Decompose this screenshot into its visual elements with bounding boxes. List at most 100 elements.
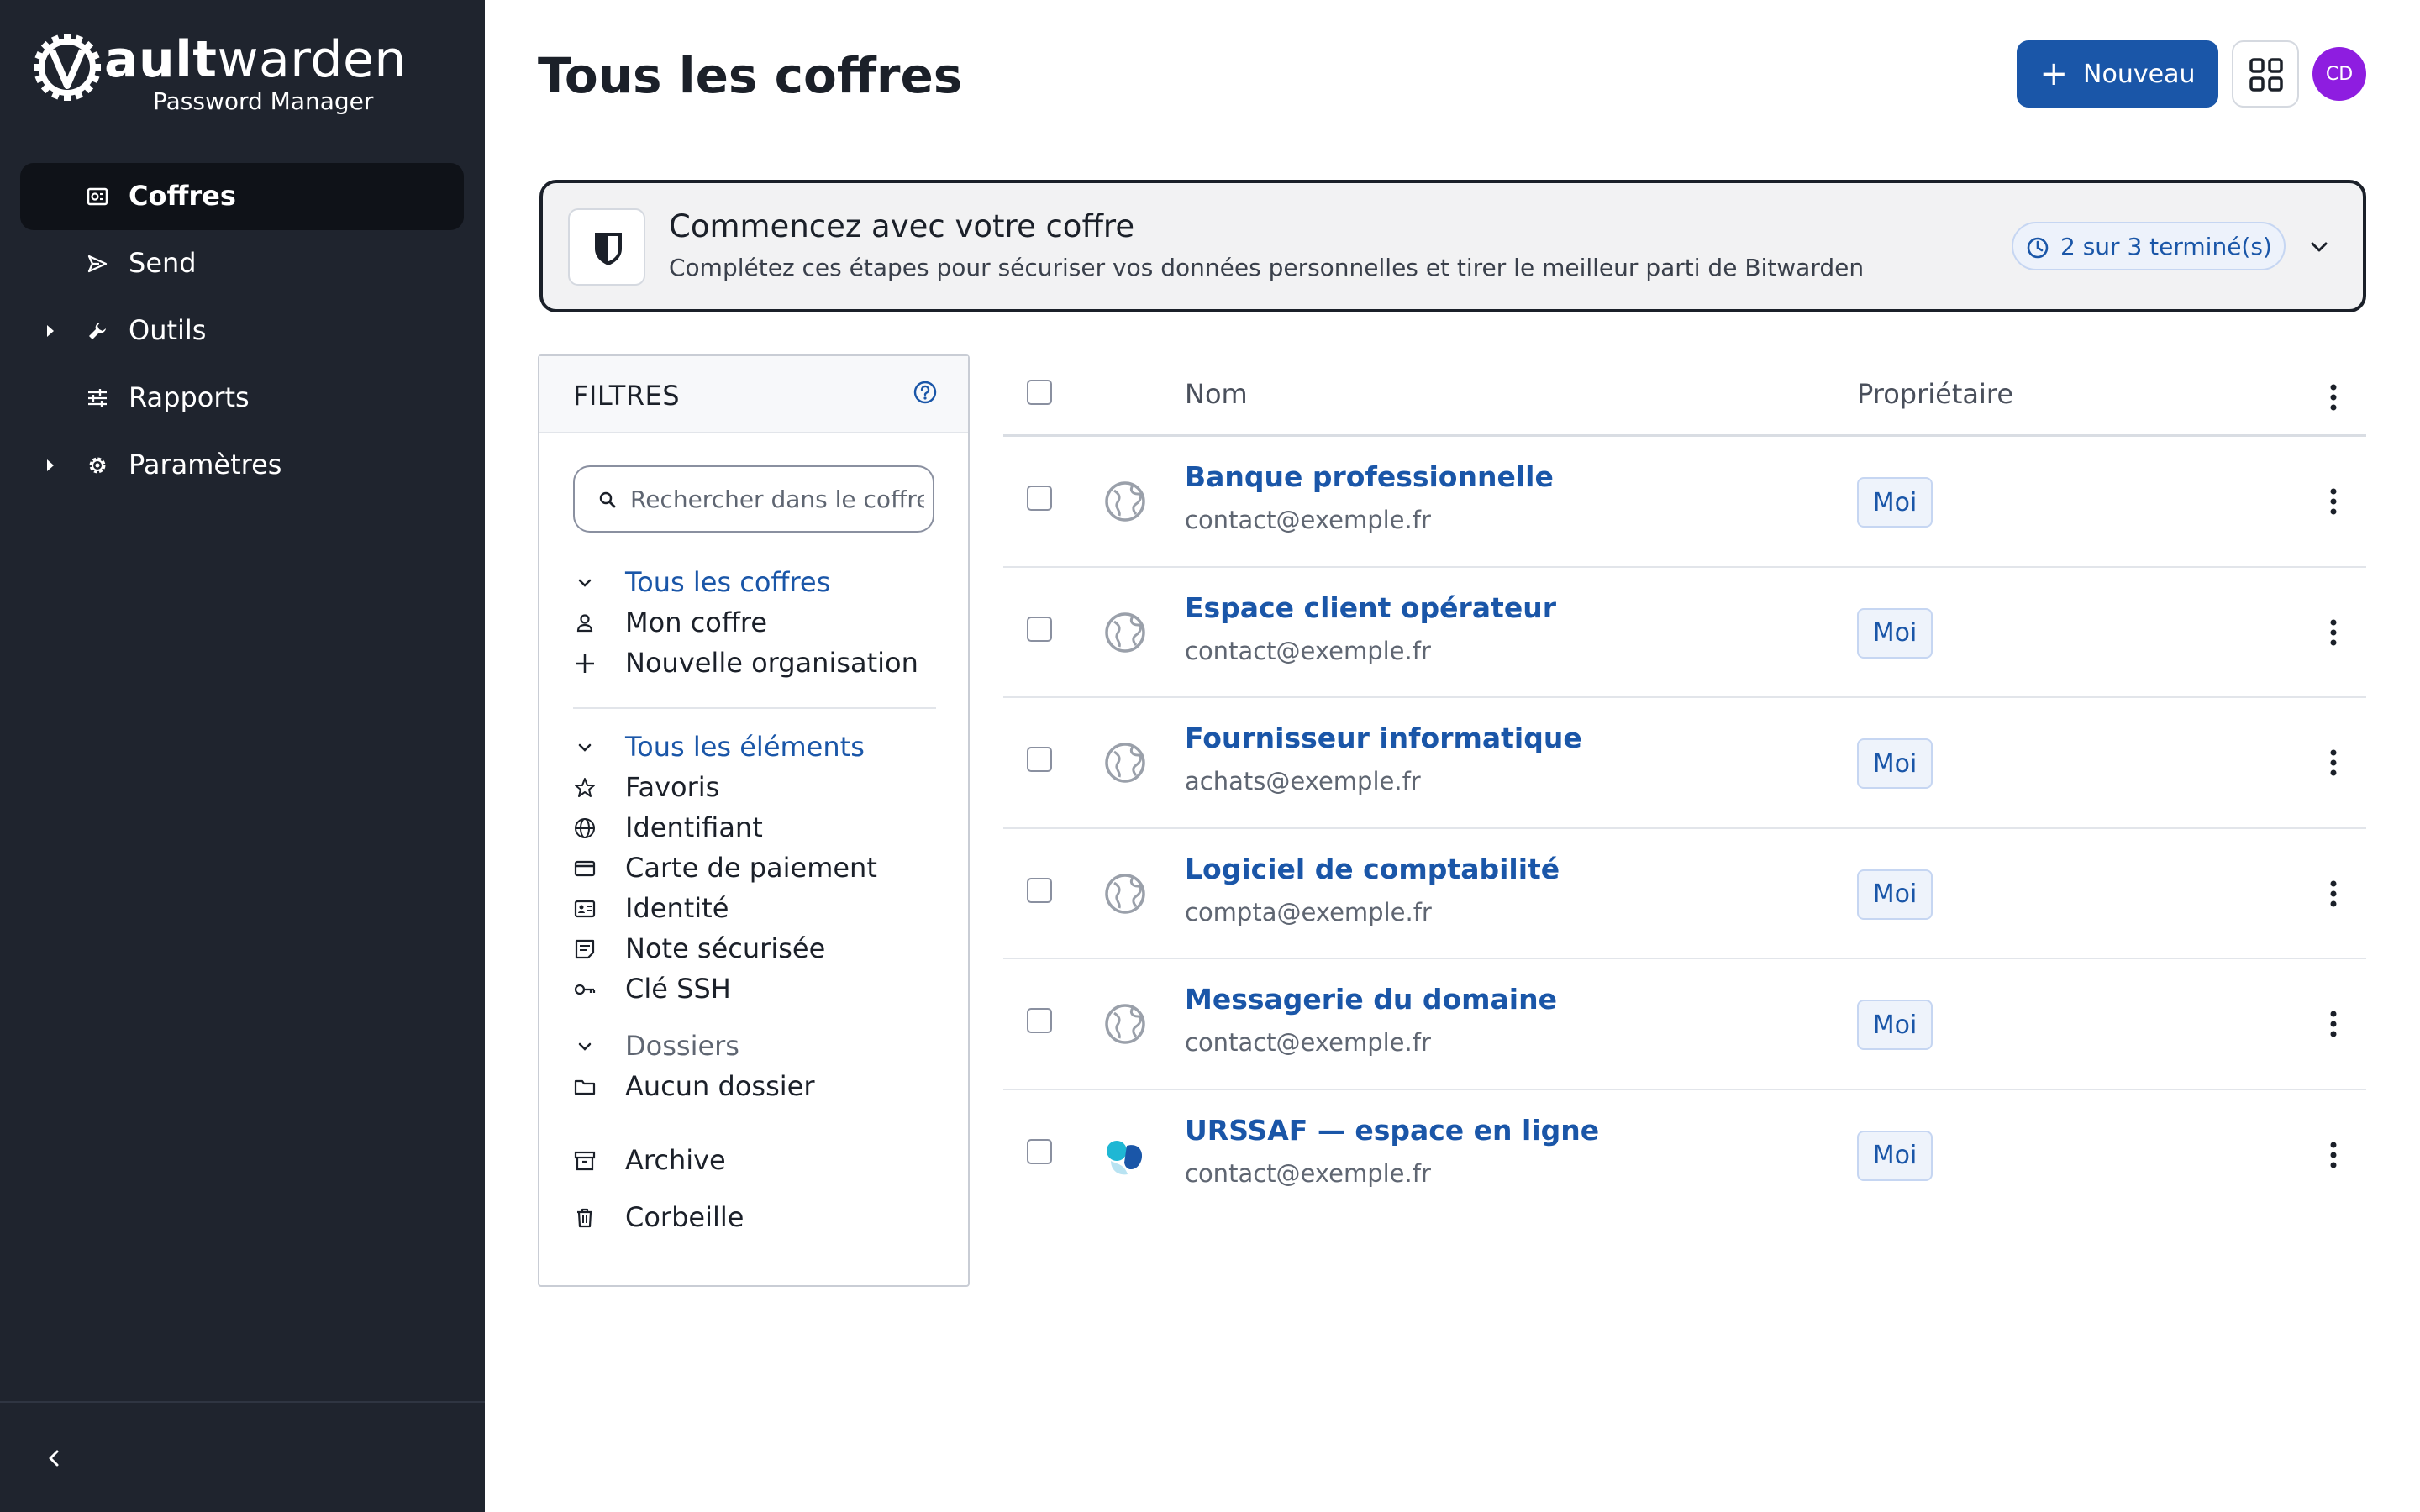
key-icon (574, 984, 596, 995)
more-options-icon[interactable] (2329, 1141, 2338, 1169)
vault-search[interactable] (573, 465, 934, 533)
owner-badge: Moi (1857, 477, 1933, 528)
more-options-icon[interactable] (2329, 487, 2338, 516)
sliders-icon (88, 389, 107, 407)
item-name-link[interactable]: Banque professionnelle (1185, 460, 1554, 493)
row-checkbox[interactable] (1027, 1138, 1052, 1164)
onboarding-banner: Commencez avec votre coffre Complétez ce… (539, 180, 2366, 312)
plus-icon: + (2039, 55, 2069, 93)
select-all-checkbox[interactable] (1027, 380, 1052, 405)
more-options-icon[interactable] (2329, 383, 2338, 412)
row-checkbox[interactable] (1027, 486, 1052, 511)
table-row[interactable]: Fournisseur informatique achats@exemple.… (1003, 698, 2366, 829)
owner-badge: Moi (1857, 1130, 1933, 1181)
sidebar-footer (0, 1401, 485, 1512)
globe-icon (1105, 481, 1145, 522)
item-username: compta@exemple.fr (1185, 897, 1432, 927)
note-icon (575, 939, 595, 959)
chevron-down-icon[interactable] (573, 1035, 597, 1058)
filter-card[interactable]: Carte de paiement (573, 850, 943, 887)
item-name-link[interactable]: Logiciel de comptabilité (1185, 853, 1560, 885)
item-username: contact@exemple.fr (1185, 1028, 1431, 1057)
row-checkbox[interactable] (1027, 877, 1052, 903)
filter-label: Nouvelle organisation (625, 647, 918, 679)
credit-card-icon (574, 860, 596, 877)
globe-icon (1105, 612, 1145, 653)
item-name-link[interactable]: Fournisseur informatique (1185, 722, 1582, 754)
user-icon (576, 614, 593, 633)
filter-archive[interactable]: Archive (573, 1142, 943, 1179)
row-checkbox[interactable] (1027, 747, 1052, 772)
table-row[interactable]: Espace client opérateur contact@exemple.… (1003, 568, 2366, 698)
more-options-icon[interactable] (2329, 618, 2338, 647)
filter-label: Aucun dossier (625, 1070, 815, 1102)
apps-grid-icon (2249, 58, 2283, 92)
account-avatar[interactable]: CD (2312, 47, 2366, 101)
vault-icon (87, 187, 108, 206)
globe-icon (1105, 743, 1145, 783)
sidebar-item-send[interactable]: Send (20, 230, 464, 297)
expand-caret-icon (47, 325, 54, 337)
search-input[interactable] (630, 482, 924, 516)
table-row[interactable]: Logiciel de comptabilité compta@exemple.… (1003, 829, 2366, 959)
filter-ssh-key[interactable]: Clé SSH (573, 971, 943, 1008)
brand-subtitle: Password Manager (153, 87, 374, 115)
sidebar-item-outils[interactable]: Outils (20, 297, 464, 365)
chevron-down-icon[interactable] (573, 736, 597, 759)
filter-login[interactable]: Identifiant (573, 810, 943, 847)
filter-label: Identité (625, 892, 729, 924)
id-card-icon (574, 900, 596, 918)
progress-label: 2 sur 3 terminé(s) (2060, 232, 2272, 260)
item-username: contact@exemple.fr (1185, 506, 1431, 534)
sidebar-item-coffres[interactable]: Coffres (20, 163, 464, 230)
filter-all-items[interactable]: Tous les éléments (573, 729, 943, 766)
banner-title: Commencez avec votre coffre (669, 208, 1135, 244)
item-name-link[interactable]: Messagerie du domaine (1185, 983, 1557, 1016)
filter-favorites[interactable]: Favoris (573, 769, 943, 806)
wrench-icon (89, 323, 106, 339)
item-name-link[interactable]: URSSAF — espace en ligne (1185, 1114, 1599, 1147)
more-options-icon[interactable] (2329, 748, 2338, 777)
product-switcher-button[interactable] (2232, 40, 2299, 108)
sidebar-item-label: Rapports (129, 381, 250, 413)
sidebar-item-rapports[interactable]: Rapports (20, 365, 464, 432)
new-item-button[interactable]: + Nouveau (2017, 40, 2218, 108)
table-row[interactable]: Messagerie du domaine contact@exemple.fr… (1003, 959, 2366, 1090)
filter-label: Archive (625, 1144, 726, 1176)
filter-new-organization[interactable]: Nouvelle organisation (573, 645, 943, 682)
more-options-icon[interactable] (2329, 1010, 2338, 1038)
filter-folders[interactable]: Dossiers (573, 1028, 943, 1065)
trash-icon (577, 1208, 592, 1228)
more-options-icon[interactable] (2329, 879, 2338, 908)
owner-badge: Moi (1857, 869, 1933, 920)
vaultwarden-logo[interactable]: aultwarden Password Manager (34, 30, 406, 118)
table-row[interactable]: Banque professionnelle contact@exemple.f… (1003, 437, 2366, 568)
table-header: Nom Propriétaire (1003, 356, 2366, 437)
sidebar-item-parametres[interactable]: Paramètres (20, 432, 464, 499)
collapse-sidebar-chevron-left-icon[interactable] (42, 1446, 66, 1470)
gear-icon (89, 457, 106, 474)
chevron-down-icon[interactable] (573, 571, 597, 595)
item-name-link[interactable]: Espace client opérateur (1185, 591, 1556, 624)
page-title: Tous les coffres (538, 47, 963, 104)
onboarding-progress-badge[interactable]: 2 sur 3 terminé(s) (2012, 222, 2286, 270)
filter-no-folder[interactable]: Aucun dossier (573, 1068, 943, 1105)
vaultwarden-gear-icon (34, 34, 101, 101)
filter-trash[interactable]: Corbeille (573, 1200, 943, 1236)
filter-secure-note[interactable]: Note sécurisée (573, 931, 943, 968)
filter-identity[interactable]: Identité (573, 890, 943, 927)
chevron-down-icon[interactable] (2307, 235, 2331, 259)
column-header-owner[interactable]: Propriétaire (1857, 378, 2013, 410)
filter-all-vaults[interactable]: Tous les coffres (573, 564, 943, 601)
filter-my-vault[interactable]: Mon coffre (573, 605, 943, 642)
search-icon (599, 491, 616, 508)
row-checkbox[interactable] (1027, 616, 1052, 642)
sidebar: aultwarden Password Manager Coffres Send… (0, 0, 485, 1512)
shield-badge (568, 208, 645, 286)
filter-label: Dossiers (625, 1030, 739, 1062)
row-checkbox[interactable] (1027, 1008, 1052, 1033)
column-header-name[interactable]: Nom (1185, 378, 1248, 410)
filters-header: FILTRES (539, 356, 968, 433)
help-icon[interactable] (911, 378, 939, 407)
table-row[interactable]: URSSAF — espace en ligne contact@exemple… (1003, 1090, 2366, 1221)
